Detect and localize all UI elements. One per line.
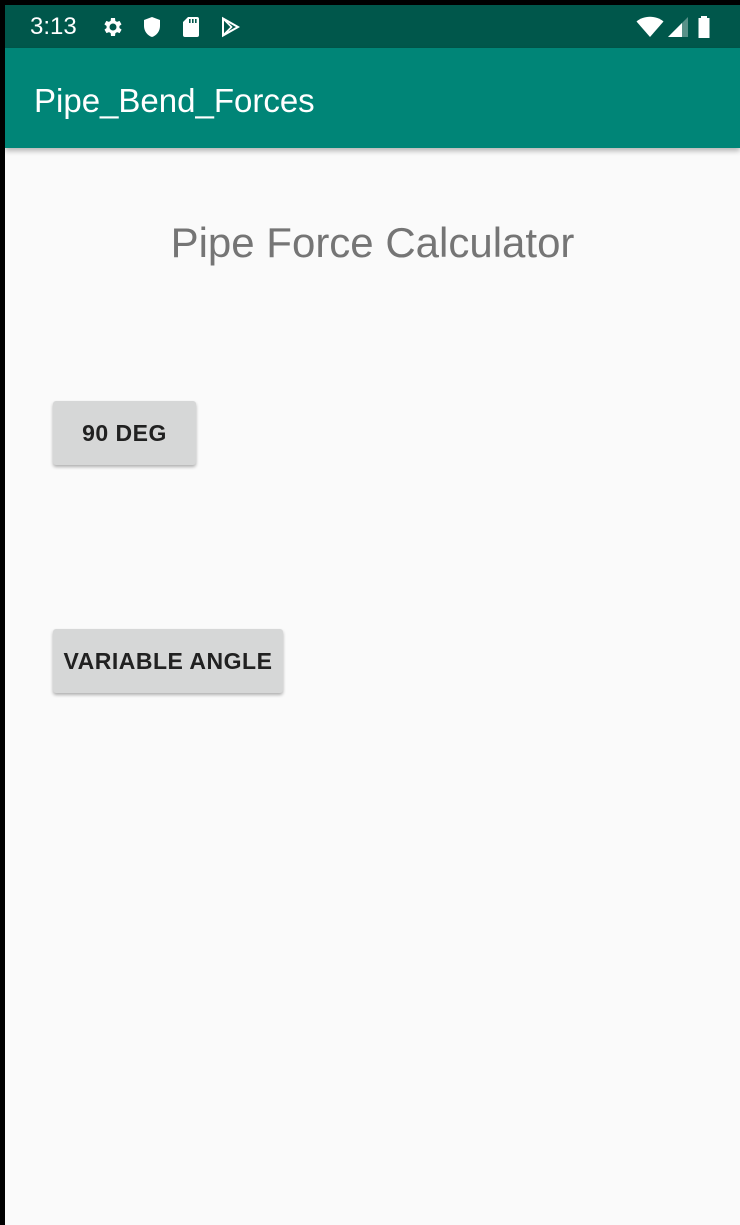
app-bar: Pipe_Bend_Forces (5, 48, 740, 148)
gear-icon (101, 15, 125, 39)
variable-angle-button[interactable]: VARIABLE ANGLE (53, 629, 283, 693)
play-store-icon (218, 15, 242, 39)
cellular-signal-icon (666, 15, 690, 39)
shield-icon (140, 15, 164, 39)
sd-card-icon (179, 15, 203, 39)
wifi-icon (636, 15, 664, 39)
page-heading-text: Pipe Force Calculator (170, 219, 575, 266)
90-deg-button[interactable]: 90 DEG (53, 401, 196, 465)
page-heading: Pipe Force Calculator (5, 219, 740, 267)
status-time: 3:13 (30, 13, 77, 40)
status-bar: 3:13 (5, 5, 740, 48)
app-title: Pipe_Bend_Forces (34, 82, 315, 119)
app-screen: 3:13 Pipe_Bend_Forces Pipe Force Calcula… (5, 5, 740, 1225)
battery-icon (696, 15, 712, 39)
